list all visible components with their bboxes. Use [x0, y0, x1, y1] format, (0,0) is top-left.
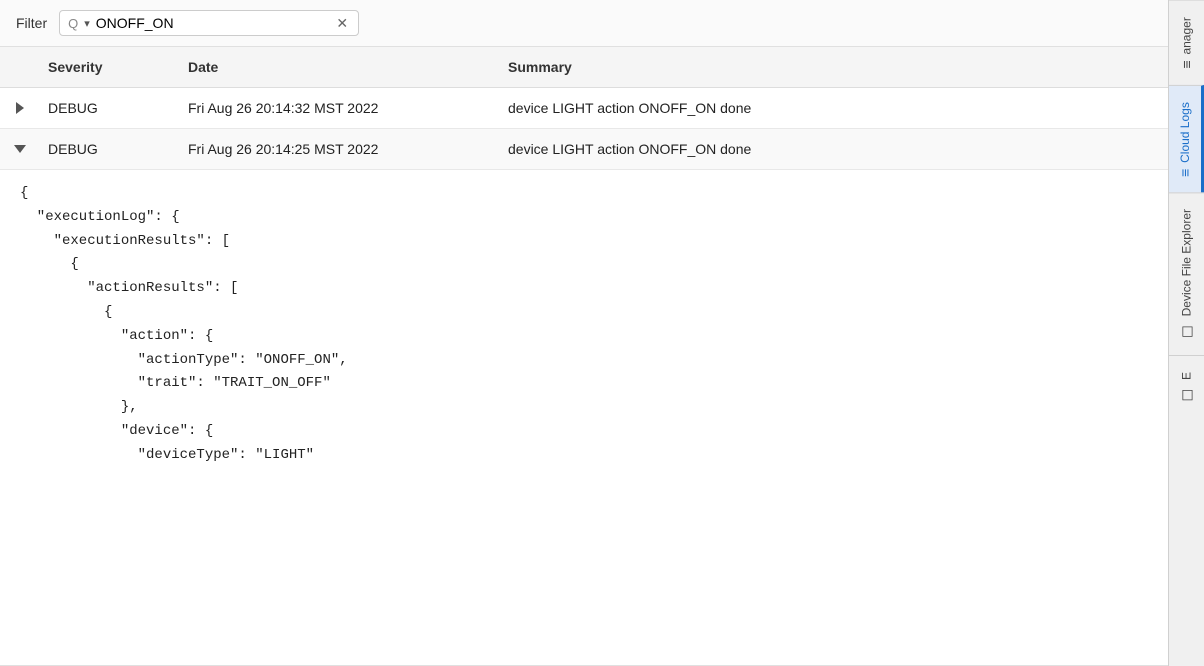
cloud-logs-icon: ≡: [1177, 168, 1193, 176]
filter-input-wrapper: Q ▾ ✕: [59, 10, 359, 36]
chevron-down-icon: ▾: [84, 17, 90, 30]
row-2-date: Fri Aug 26 20:14:25 MST 2022: [180, 129, 500, 169]
search-icon: Q: [68, 16, 78, 31]
json-expanded-content: { "executionLog": { "executionResults": …: [0, 170, 1168, 666]
summary-col-header: Summary: [500, 55, 1168, 79]
extra-label: E: [1180, 372, 1194, 380]
json-line: },: [20, 396, 1148, 420]
json-line: "action": {: [20, 325, 1148, 349]
device-file-explorer-icon: ☐: [1179, 323, 1195, 339]
device-file-explorer-label: Device File Explorer: [1180, 209, 1194, 316]
table-row: DEBUG Fri Aug 26 20:14:32 MST 2022 devic…: [0, 88, 1168, 129]
arrow-right-icon: [16, 102, 24, 114]
sidebar-tab-extra[interactable]: ☐ E: [1169, 355, 1204, 418]
json-line: "actionType": "ONOFF_ON",: [20, 349, 1148, 373]
severity-col-header: Severity: [40, 55, 180, 79]
json-line: {: [20, 301, 1148, 325]
date-col-header: Date: [180, 55, 500, 79]
sidebar-tab-manager[interactable]: ≡ anager: [1169, 0, 1204, 85]
expand-row-2-button[interactable]: [0, 133, 40, 165]
expand-row-1-button[interactable]: [0, 90, 40, 126]
filter-bar: Filter Q ▾ ✕: [0, 0, 1168, 47]
json-line: "trait": "TRAIT_ON_OFF": [20, 372, 1148, 396]
table-header: Severity Date Summary: [0, 47, 1168, 88]
json-line: "deviceType": "LIGHT": [20, 444, 1148, 468]
clear-filter-button[interactable]: ✕: [334, 16, 350, 30]
cloud-logs-label: Cloud Logs: [1178, 102, 1192, 163]
json-line: "executionLog": {: [20, 206, 1148, 230]
extra-icon: ☐: [1179, 386, 1195, 402]
right-sidebar: ≡ anager ≡ Cloud Logs ☐ Device File Expl…: [1168, 0, 1204, 666]
json-line: "actionResults": [: [20, 277, 1148, 301]
json-line: {: [20, 253, 1148, 277]
main-content: Filter Q ▾ ✕ Severity Date Summary DEBUG…: [0, 0, 1168, 666]
expand-col-header: [0, 55, 40, 79]
json-line: "device": {: [20, 420, 1148, 444]
sidebar-tab-cloud-logs[interactable]: ≡ Cloud Logs: [1169, 85, 1204, 193]
row-1-severity: DEBUG: [40, 88, 180, 128]
row-2-summary: device LIGHT action ONOFF_ON done: [500, 129, 1168, 169]
row-1-summary: device LIGHT action ONOFF_ON done: [500, 88, 1168, 128]
json-line: "executionResults": [: [20, 230, 1148, 254]
json-line: {: [20, 182, 1148, 206]
manager-label: anager: [1180, 17, 1194, 54]
arrow-down-icon: [14, 145, 26, 153]
row-1-date: Fri Aug 26 20:14:32 MST 2022: [180, 88, 500, 128]
row-2-severity: DEBUG: [40, 129, 180, 169]
sidebar-tab-device-file-explorer[interactable]: ☐ Device File Explorer: [1169, 192, 1204, 354]
table-row-expanded: DEBUG Fri Aug 26 20:14:25 MST 2022 devic…: [0, 129, 1168, 170]
filter-input[interactable]: [96, 15, 329, 31]
manager-icon: ≡: [1179, 60, 1195, 68]
filter-label: Filter: [16, 15, 47, 31]
